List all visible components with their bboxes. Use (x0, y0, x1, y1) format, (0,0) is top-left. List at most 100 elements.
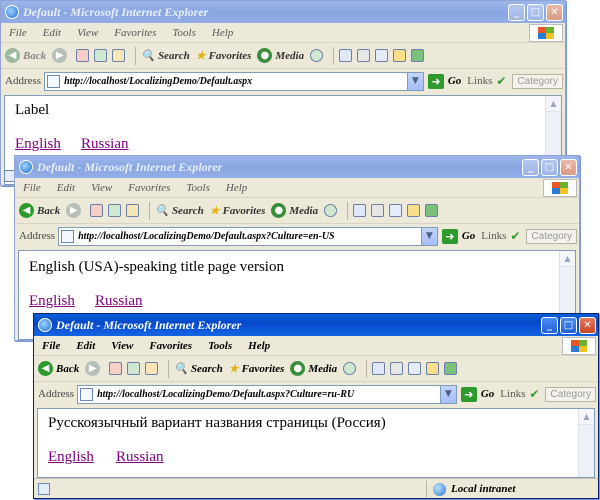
back-button[interactable]: ◀ Back (38, 361, 79, 376)
media-button[interactable]: ● Media (257, 48, 304, 63)
window-titlebar[interactable]: Default - Microsoft Internet Explorer _ … (1, 1, 565, 23)
address-input[interactable]: http://localhost/LocalizingDemo/Default.… (44, 71, 424, 91)
russian-link[interactable]: Russian (81, 136, 129, 153)
menu-help[interactable]: Help (204, 27, 241, 39)
close-button[interactable]: ✕ (546, 3, 563, 21)
menu-tools[interactable]: Tools (164, 27, 203, 39)
go-button[interactable]: ➜ Go (460, 386, 494, 402)
menu-help[interactable]: Help (218, 182, 255, 194)
history-icon[interactable] (310, 49, 324, 62)
search-button[interactable]: 🔍 Search (174, 362, 222, 376)
edit-icon[interactable] (389, 204, 403, 217)
favorites-button[interactable]: ★ Favorites (196, 49, 252, 63)
go-button[interactable]: ➜ Go (427, 73, 461, 89)
checkmark-icon[interactable]: ✔ (496, 74, 506, 88)
home-icon[interactable] (126, 204, 140, 217)
menu-edit[interactable]: Edit (49, 182, 83, 194)
russian-link[interactable]: Russian (95, 293, 143, 310)
menu-tools[interactable]: Tools (178, 182, 217, 194)
home-icon[interactable] (145, 362, 159, 375)
minimize-button[interactable]: _ (522, 158, 539, 176)
category-button[interactable]: Category (545, 386, 596, 402)
mail-icon[interactable] (353, 204, 367, 217)
messenger-icon[interactable] (444, 362, 458, 375)
menu-view[interactable]: View (69, 27, 106, 39)
category-button[interactable]: Category (526, 228, 577, 244)
menu-edit[interactable]: Edit (68, 340, 103, 352)
english-link[interactable]: English (29, 293, 75, 310)
forward-button[interactable]: ▶ (85, 361, 103, 376)
address-input[interactable]: http://localhost/LocalizingDemo/Default.… (58, 226, 438, 246)
checkmark-icon[interactable]: ✔ (510, 229, 520, 243)
media-button[interactable]: ● Media (290, 361, 337, 376)
address-input[interactable]: http://localhost/LocalizingDemo/Default.… (77, 384, 457, 404)
russian-link[interactable]: Russian (116, 449, 164, 466)
edit-icon[interactable] (375, 49, 389, 62)
favorites-button[interactable]: ★ Favorites (229, 362, 285, 376)
scroll-up-icon[interactable]: ▲ (579, 409, 594, 425)
english-link[interactable]: English (48, 449, 94, 466)
home-icon[interactable] (112, 49, 126, 62)
close-button[interactable]: ✕ (560, 158, 577, 176)
maximize-button[interactable]: □ (541, 158, 558, 176)
search-button[interactable]: 🔍 Search (141, 49, 189, 63)
messenger-icon[interactable] (411, 49, 425, 62)
mail-icon[interactable] (339, 49, 353, 62)
print-icon[interactable] (371, 204, 385, 217)
scroll-up-icon[interactable]: ▲ (546, 96, 561, 112)
favorites-button[interactable]: ★ Favorites (210, 204, 266, 218)
vertical-scrollbar[interactable]: ▲ (578, 409, 594, 477)
folder-icon[interactable] (407, 204, 421, 217)
menu-view[interactable]: View (83, 182, 120, 194)
maximize-button[interactable]: □ (527, 3, 544, 21)
folder-icon[interactable] (426, 362, 440, 375)
menu-file[interactable]: File (34, 340, 68, 352)
menu-favorites[interactable]: Favorites (106, 27, 164, 39)
menu-edit[interactable]: Edit (35, 27, 69, 39)
history-icon[interactable] (343, 362, 357, 375)
refresh-icon[interactable] (127, 362, 141, 375)
stop-icon[interactable] (109, 362, 123, 375)
menu-view[interactable]: View (103, 340, 141, 352)
go-button[interactable]: ➜ Go (441, 228, 475, 244)
links-button[interactable]: Links (467, 75, 492, 87)
forward-button[interactable]: ▶ (52, 48, 70, 63)
folder-icon[interactable] (393, 49, 407, 62)
window-titlebar[interactable]: Default - Microsoft Internet Explorer _ … (15, 156, 579, 178)
forward-button[interactable]: ▶ (66, 203, 84, 218)
menu-help[interactable]: Help (240, 340, 278, 352)
back-button[interactable]: ◀ Back (19, 203, 60, 218)
minimize-button[interactable]: _ (508, 3, 525, 21)
maximize-button[interactable]: □ (560, 316, 577, 334)
links-button[interactable]: Links (481, 230, 506, 242)
print-icon[interactable] (357, 49, 371, 62)
window-titlebar[interactable]: Default - Microsoft Internet Explorer _ … (34, 314, 598, 336)
chevron-down-icon[interactable]: ▼ (420, 227, 437, 245)
scroll-up-icon[interactable]: ▲ (560, 251, 575, 267)
category-button[interactable]: Category (512, 73, 563, 89)
close-button[interactable]: ✕ (579, 316, 596, 334)
menu-file[interactable]: File (15, 182, 49, 194)
checkmark-icon[interactable]: ✔ (529, 387, 539, 401)
stop-icon[interactable] (90, 204, 104, 217)
messenger-icon[interactable] (425, 204, 439, 217)
media-button[interactable]: ● Media (271, 203, 318, 218)
links-button[interactable]: Links (500, 388, 525, 400)
search-button[interactable]: 🔍 Search (155, 204, 203, 218)
back-button[interactable]: ◀ Back (5, 48, 46, 63)
chevron-down-icon[interactable]: ▼ (439, 385, 456, 403)
english-link[interactable]: English (15, 136, 61, 153)
menu-favorites[interactable]: Favorites (120, 182, 178, 194)
edit-icon[interactable] (408, 362, 422, 375)
menu-favorites[interactable]: Favorites (141, 340, 200, 352)
security-zone[interactable]: Local intranet (426, 481, 515, 497)
menu-file[interactable]: File (1, 27, 35, 39)
refresh-icon[interactable] (94, 49, 108, 62)
history-icon[interactable] (324, 204, 338, 217)
print-icon[interactable] (390, 362, 404, 375)
stop-icon[interactable] (76, 49, 90, 62)
refresh-icon[interactable] (108, 204, 122, 217)
minimize-button[interactable]: _ (541, 316, 558, 334)
mail-icon[interactable] (372, 362, 386, 375)
menu-tools[interactable]: Tools (200, 340, 240, 352)
